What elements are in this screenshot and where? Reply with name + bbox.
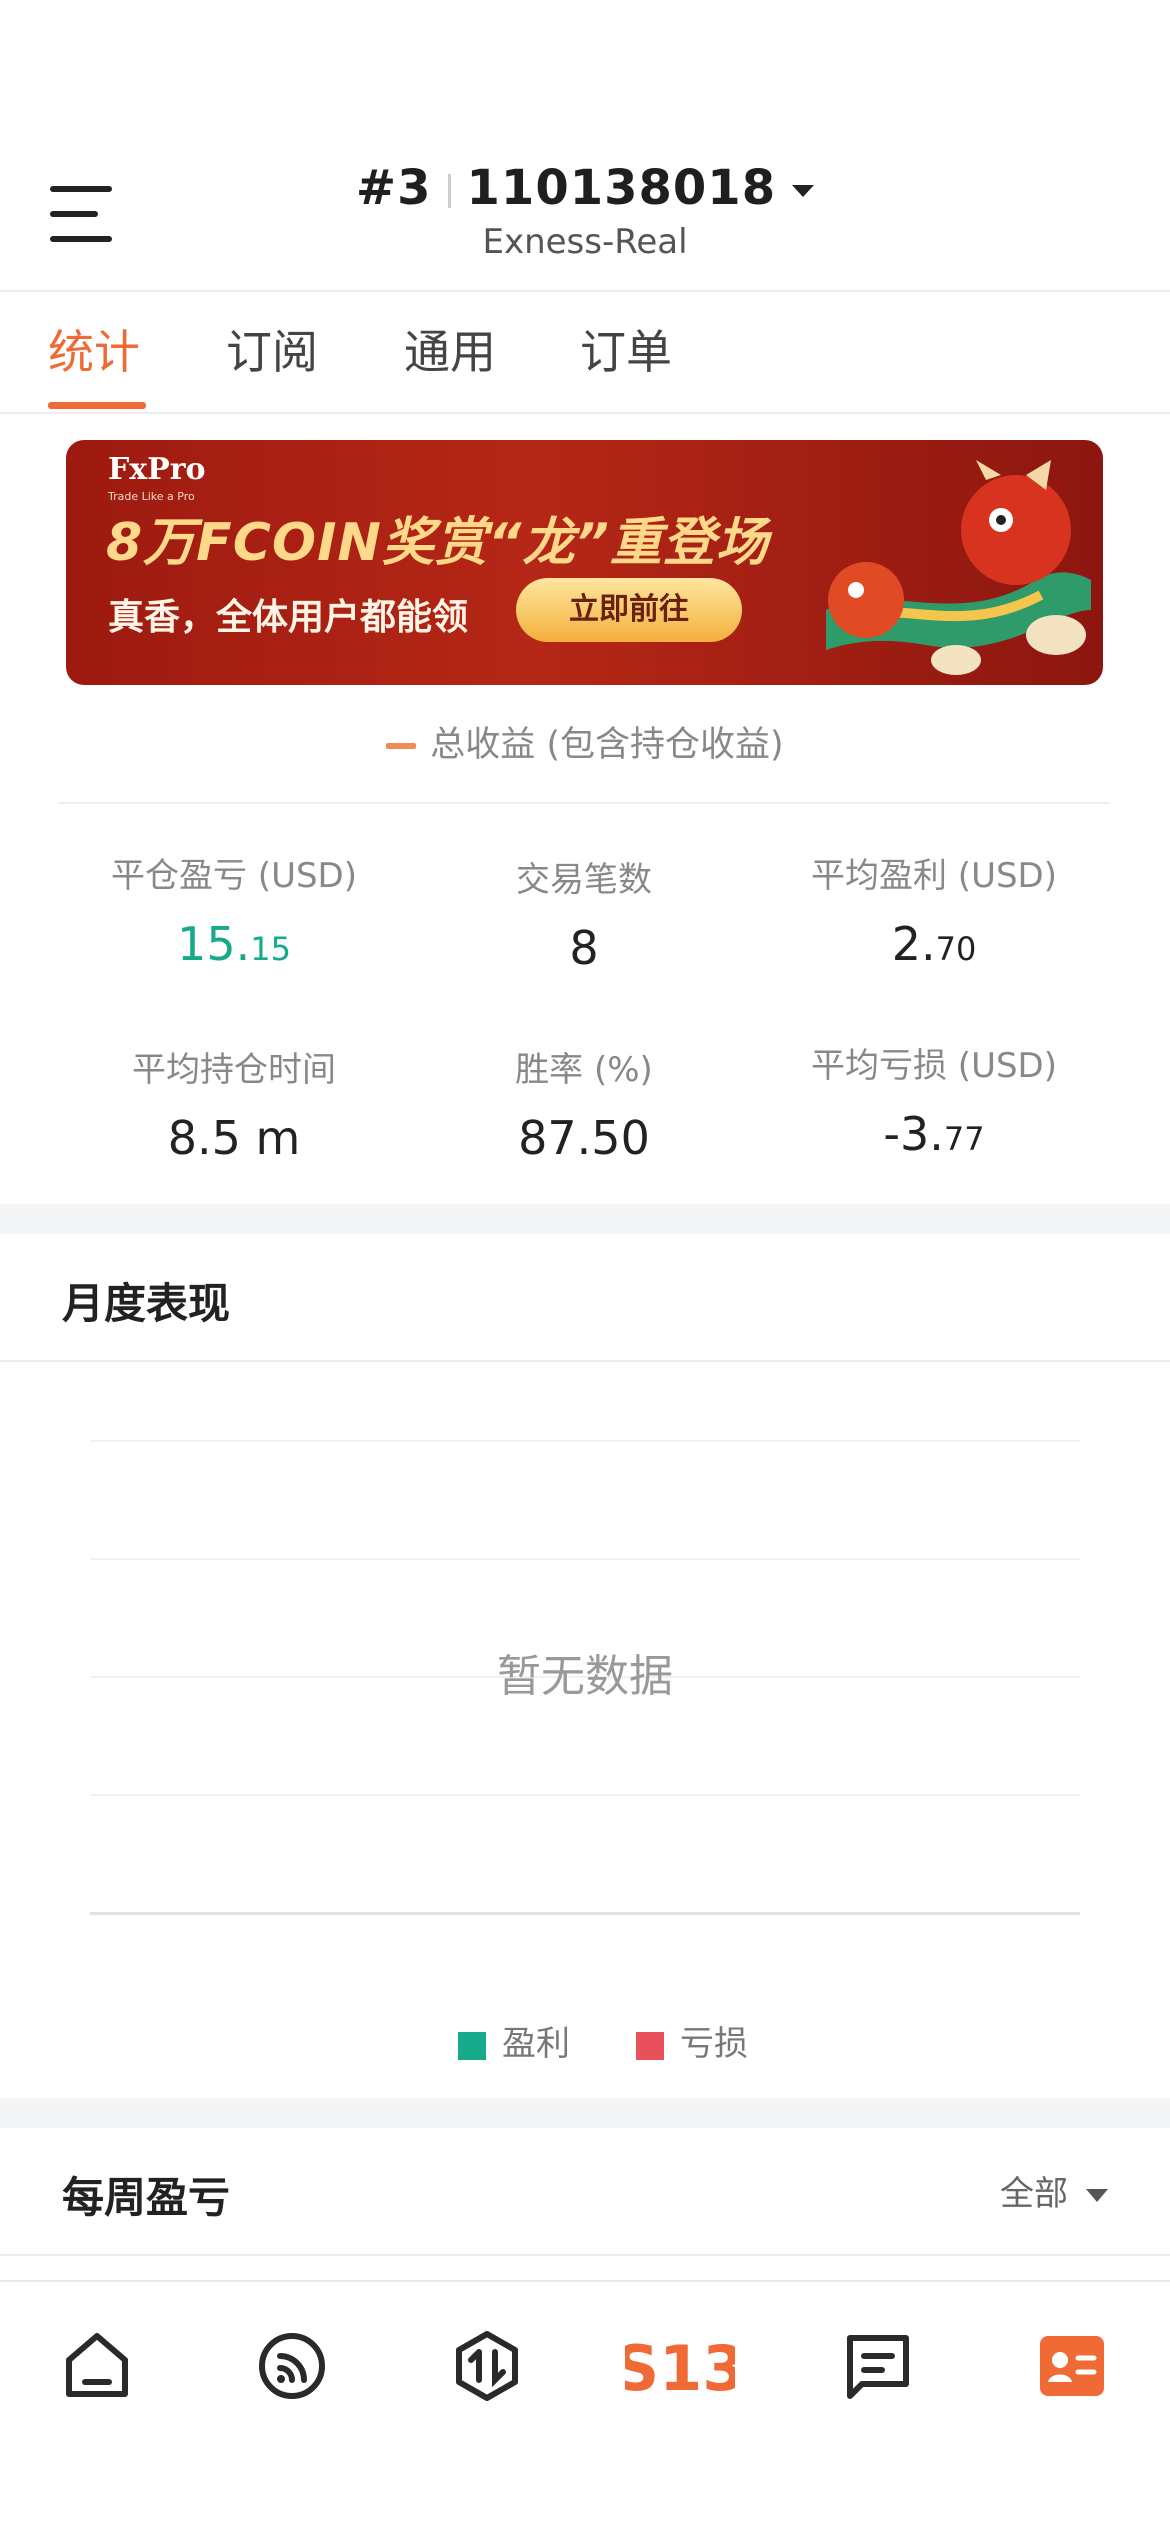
chart-gridline [90, 1794, 1080, 1796]
profit-swatch-icon [458, 2031, 486, 2060]
chart-baseline [90, 1912, 1080, 1915]
stat-closed-pnl: 平仓盈亏 (USD) 15.15 [111, 856, 357, 971]
stat-trade-count: 交易笔数 8 [516, 860, 652, 975]
profile-card-icon[interactable] [1032, 2326, 1112, 2406]
chevron-down-icon [1086, 2189, 1108, 2202]
bottom-navigation: S13 [0, 2280, 1170, 2534]
stat-win-rate: 胜率 (%) 87.50 [515, 1050, 653, 1165]
s13-logo-icon[interactable]: S13 [625, 2326, 735, 2406]
account-number: #3 [355, 160, 432, 216]
fxpro-logo: FxPro [108, 452, 206, 487]
promo-banner[interactable]: FxPro Trade Like a Pro 8万FCOIN奖赏“龙”重登场 真… [66, 440, 1103, 685]
dragon-illustration [826, 460, 1091, 675]
tab-statistics[interactable]: 统计 [48, 316, 140, 382]
message-icon[interactable] [838, 2326, 918, 2406]
total-profit-legend: 总收益 (包含持仓收益) [0, 716, 1170, 767]
monthly-performance-title: 月度表现 [62, 1279, 231, 1328]
divider [0, 1360, 1170, 1362]
tab-orders[interactable]: 订单 [580, 316, 672, 382]
divider [58, 802, 1110, 804]
loss-swatch-icon [636, 2031, 664, 2060]
banner-headline: 8万FCOIN奖赏“龙”重登场 [106, 513, 769, 573]
account-id: 110138018 [466, 160, 777, 216]
feed-icon[interactable] [252, 2326, 332, 2406]
top-header: #3 110138018 Exness-Real [0, 0, 1170, 290]
chevron-down-icon [792, 185, 815, 197]
account-server: Exness-Real [482, 222, 688, 262]
section-gap [0, 2098, 1170, 2128]
tab-general[interactable]: 通用 [404, 316, 496, 382]
chart-gridline [90, 1440, 1080, 1442]
home-icon[interactable] [57, 2326, 137, 2406]
legend-dash-icon [386, 743, 417, 749]
legend-profit: 盈利 [458, 2016, 570, 2065]
section-gap [0, 1204, 1170, 1234]
account-selector[interactable]: #3 110138018 [0, 160, 1170, 216]
empty-state-text: 暂无数据 [497, 1651, 673, 1702]
stat-avg-profit: 平均盈利 (USD) 2.70 [811, 856, 1057, 971]
divider [0, 2254, 1170, 2256]
svg-text:S13: S13 [625, 2332, 735, 2405]
weekly-filter-dropdown[interactable]: 全部 [1000, 2166, 1108, 2215]
stat-avg-hold-time: 平均持仓时间 8.5 m [132, 1050, 336, 1165]
banner-subline: 真香，全体用户都能领 [108, 597, 469, 638]
chart-gridline [90, 1558, 1080, 1560]
banner-cta-button[interactable]: 立即前往 [516, 578, 742, 642]
tab-subscribe[interactable]: 订阅 [226, 316, 318, 382]
stat-avg-loss: 平均亏损 (USD) -3.77 [811, 1046, 1057, 1161]
tab-bar: 统计 订阅 通用 订单 [0, 290, 1170, 414]
weekly-pnl-title: 每周盈亏 [62, 2173, 231, 2222]
trade-icon[interactable] [447, 2326, 527, 2406]
legend-loss: 亏损 [636, 2016, 748, 2065]
active-tab-indicator [48, 402, 146, 409]
